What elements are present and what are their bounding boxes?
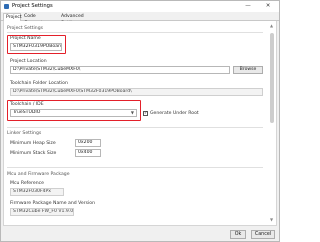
tab-bar: Project Code Generator Advanced Settings — [1, 12, 279, 26]
mcu-reference-label: Mcu Reference — [10, 181, 44, 186]
app-icon — [4, 4, 9, 9]
close-icon[interactable]: ✕ — [263, 2, 273, 10]
project-settings-section-label: Project Settings — [7, 26, 44, 31]
min-heap-label: Minimum Heap Size — [10, 141, 56, 146]
cancel-button[interactable]: Cancel — [251, 230, 275, 239]
ok-button[interactable]: Ok — [230, 230, 246, 239]
browse-button[interactable]: Browse — [233, 66, 263, 74]
project-settings-window: Project Settings — ✕ Project Code Genera… — [0, 0, 280, 242]
generate-under-root-checkbox[interactable]: ✓ — [143, 111, 148, 116]
project-location-input[interactable]: D:\Private\STM32\CubeMXF0\ — [10, 66, 230, 74]
scrollbar-thumb[interactable] — [269, 33, 274, 123]
tab-advanced-settings[interactable]: Advanced Settings — [59, 13, 99, 26]
window-title: Project Settings — [12, 3, 53, 9]
mcu-package-section-label: Mcu and Firmware Package — [7, 172, 70, 177]
min-stack-label: Minimum Stack Size — [10, 151, 57, 156]
vertical-scrollbar[interactable]: ▲ ▼ — [269, 23, 274, 223]
scroll-up-icon[interactable]: ▲ — [269, 23, 274, 28]
title-bar: Project Settings — ✕ — [1, 1, 279, 12]
mcu-reference-input: STM32F030F4Px — [10, 188, 64, 196]
toolchain-folder-label: Toolchain Folder Location — [10, 81, 68, 86]
generate-under-root-label: Generate Under Root — [150, 111, 199, 116]
min-heap-input[interactable]: 0x200 — [75, 139, 101, 147]
linker-settings-section-label: Linker Settings — [7, 131, 42, 136]
toolchain-ide-highlight — [7, 100, 141, 121]
project-location-label: Project Location — [10, 59, 47, 64]
firmware-package-label: Firmware Package Name and Version — [10, 201, 96, 206]
section-divider — [7, 127, 263, 128]
minimize-icon[interactable]: — — [243, 2, 253, 10]
scroll-down-icon[interactable]: ▼ — [269, 217, 274, 222]
section-divider — [7, 167, 263, 168]
toolchain-folder-input: D:\Private\STM32\CubeMXF0\STM32F0319POBo… — [10, 88, 263, 96]
section-divider — [7, 32, 263, 33]
min-stack-input[interactable]: 0x400 — [75, 149, 101, 157]
project-name-highlight — [7, 35, 66, 54]
tab-code-generator[interactable]: Code Generator — [22, 13, 58, 26]
firmware-package-input: STM32Cube FW_F0 V1.9.0 — [10, 208, 74, 216]
